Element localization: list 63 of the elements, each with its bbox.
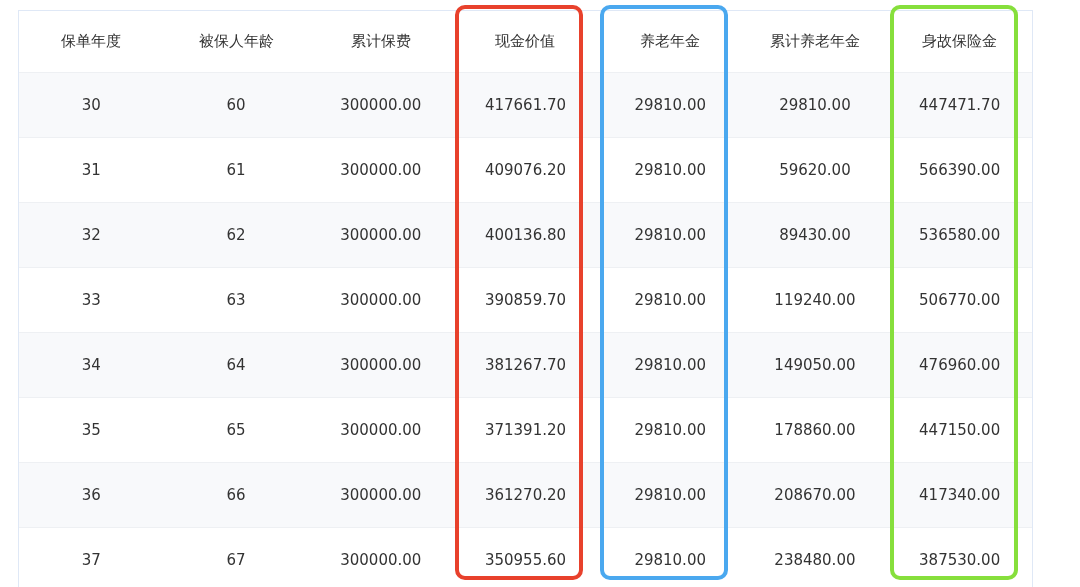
table-cell-text: 300000.00	[339, 225, 423, 246]
table-cell-text: 62	[225, 225, 247, 246]
table-cell-text: 300000.00	[339, 160, 423, 181]
column-header: 保单年度	[60, 31, 123, 52]
table-cell-text: 149050.00	[773, 355, 857, 376]
table-cell-text: 178860.00	[773, 420, 857, 441]
table-cell-text: 66	[225, 485, 247, 506]
table-cell-text: 33	[80, 290, 102, 311]
table-cell-text: 60	[225, 95, 247, 116]
table-cell-text: 361270.20	[483, 485, 568, 506]
table-cell-text: 29810.00	[633, 290, 707, 311]
table-cell-text: 447150.00	[918, 420, 1002, 441]
table-cell-text: 29810.00	[633, 485, 707, 506]
table-cell-text: 29810.00	[633, 550, 707, 571]
table-cell-text: 300000.00	[339, 355, 423, 376]
table-cell-text: 417340.00	[918, 485, 1002, 506]
column-header: 累计保费	[349, 31, 412, 52]
table-cell-text: 447471.70	[918, 95, 1002, 116]
table-cell-text: 536580.00	[918, 225, 1002, 246]
table-cell-text: 300000.00	[339, 95, 423, 116]
table-cell-text: 417661.70	[483, 95, 568, 116]
table-cell-text: 300000.00	[339, 420, 423, 441]
table-cell-text: 34	[80, 355, 102, 376]
table-cell-text: 29810.00	[633, 95, 707, 116]
table-cell-text: 387530.00	[918, 550, 1002, 571]
table-cell-text: 506770.00	[918, 290, 1002, 311]
table-cell-text: 63	[225, 290, 247, 311]
table-cell-text: 89430.00	[778, 225, 852, 246]
table-cell-text: 29810.00	[633, 355, 707, 376]
table-cell-text: 59620.00	[778, 160, 852, 181]
column-header: 养老年金	[639, 31, 702, 52]
table-cell-text: 61	[225, 160, 247, 181]
table-cell-text: 566390.00	[918, 160, 1002, 181]
column-header: 累计养老年金	[768, 31, 861, 52]
table-cell-text: 238480.00	[773, 550, 857, 571]
table-cell-text: 65	[225, 420, 247, 441]
table-cell-text: 300000.00	[339, 485, 423, 506]
table-cell-text: 31	[80, 160, 102, 181]
table-cell-text: 350955.60	[483, 550, 568, 571]
table-cell-text: 381267.70	[483, 355, 568, 376]
table-cell-text: 37	[80, 550, 102, 571]
column-header: 被保人年龄	[197, 31, 275, 52]
table-cell-text: 119240.00	[773, 290, 857, 311]
table-cell-text: 409076.20	[483, 160, 568, 181]
table-cell-text: 300000.00	[339, 550, 423, 571]
column-header: 现金价值	[494, 31, 557, 52]
table-cell-text: 371391.20	[483, 420, 568, 441]
table-cell-text: 400136.80	[483, 225, 568, 246]
table-cell-text: 390859.70	[483, 290, 568, 311]
table-cell-text: 300000.00	[339, 290, 423, 311]
table-cell-text: 32	[80, 225, 102, 246]
table-cell-text: 29810.00	[778, 95, 852, 116]
table-cell-text: 35	[80, 420, 102, 441]
table-cell-text: 476960.00	[918, 355, 1002, 376]
table-cell-text: 29810.00	[633, 420, 707, 441]
column-header: 身故保险金	[921, 31, 999, 52]
table-cell-text: 64	[225, 355, 247, 376]
table-cell-text: 30	[80, 95, 102, 116]
table-cell-text: 67	[225, 550, 247, 571]
table-cell-text: 208670.00	[773, 485, 857, 506]
table-cell-text: 36	[80, 485, 102, 506]
table-cell-text: 29810.00	[633, 225, 707, 246]
table-cell-text: 29810.00	[633, 160, 707, 181]
